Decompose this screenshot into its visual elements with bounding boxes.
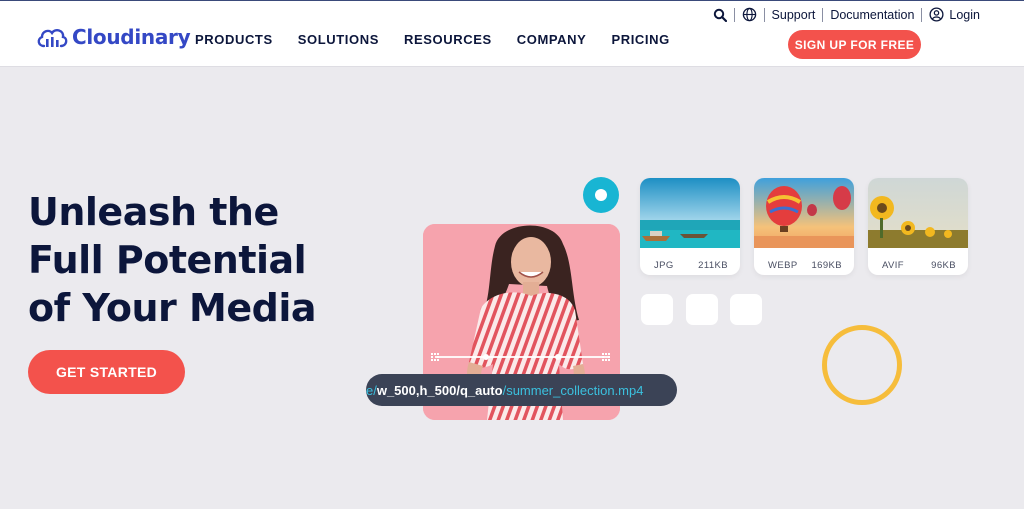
globe-icon[interactable] bbox=[742, 7, 757, 22]
documentation-link[interactable]: Documentation bbox=[830, 8, 914, 22]
decorative-yellow-ring bbox=[822, 325, 902, 405]
nav-resources[interactable]: RESOURCES bbox=[404, 32, 492, 47]
nav-products[interactable]: PRODUCTS bbox=[195, 32, 273, 47]
format-label: WEBP bbox=[768, 260, 798, 271]
hero-title: Unleash the Full Potential of Your Media bbox=[28, 188, 316, 332]
support-link[interactable]: Support bbox=[772, 8, 816, 22]
divider bbox=[733, 7, 735, 22]
divider bbox=[822, 7, 824, 22]
url-transform: w_500,h_500/q_auto bbox=[376, 382, 503, 398]
sunflowers-image bbox=[868, 178, 968, 248]
boat-on-sea-image bbox=[640, 178, 740, 248]
format-label: JPG bbox=[654, 260, 674, 271]
format-meta: AVIF 96KB bbox=[868, 253, 968, 271]
scrubber-end-handle[interactable] bbox=[602, 353, 610, 361]
placeholder-tile bbox=[686, 294, 718, 325]
divider bbox=[763, 7, 765, 22]
site-header: Cloudinary PRODUCTS SOLUTIONS RESOURCES … bbox=[0, 0, 1024, 67]
hero-title-line: Full Potential bbox=[28, 238, 307, 282]
signup-button[interactable]: SIGN UP FOR FREE bbox=[788, 30, 921, 59]
cloud-logo-icon bbox=[37, 29, 68, 48]
video-scrubber-track[interactable] bbox=[435, 356, 608, 358]
search-icon[interactable] bbox=[713, 8, 727, 22]
divider bbox=[921, 7, 923, 22]
nav-solutions[interactable]: SOLUTIONS bbox=[298, 32, 379, 47]
placeholder-tile bbox=[730, 294, 762, 325]
scrubber-start-handle[interactable] bbox=[431, 353, 439, 361]
format-label: AVIF bbox=[882, 260, 905, 271]
url-prefix: e/ bbox=[366, 382, 377, 398]
utility-bar: Support Documentation Login bbox=[713, 7, 980, 22]
file-size: 169KB bbox=[811, 260, 842, 271]
scrubber-playhead[interactable] bbox=[555, 354, 561, 360]
main-nav: PRODUCTS SOLUTIONS RESOURCES COMPANY PRI… bbox=[195, 32, 695, 47]
hot-air-balloons-image bbox=[754, 178, 854, 248]
scrubber-marker bbox=[483, 354, 489, 360]
user-icon[interactable] bbox=[929, 7, 944, 22]
hero-title-line: of Your Media bbox=[28, 286, 316, 330]
file-size: 96KB bbox=[931, 260, 956, 271]
format-meta: JPG 211KB bbox=[640, 253, 740, 271]
get-started-button[interactable]: GET STARTED bbox=[28, 350, 185, 394]
url-filename: /summer_collection.mp4 bbox=[502, 382, 644, 398]
login-link[interactable]: Login bbox=[949, 8, 980, 22]
transformation-url: e/w_500,h_500/q_auto/summer_collection.m… bbox=[366, 374, 677, 406]
nav-pricing[interactable]: PRICING bbox=[611, 32, 669, 47]
format-card-jpg: JPG 211KB bbox=[640, 178, 740, 275]
cloudinary-logo[interactable]: Cloudinary bbox=[36, 23, 191, 51]
file-size: 211KB bbox=[698, 260, 728, 271]
hero-title-line: Unleash the bbox=[28, 190, 279, 234]
decorative-teal-dot bbox=[583, 177, 619, 213]
brand-name: Cloudinary bbox=[72, 25, 191, 49]
placeholder-tile bbox=[641, 294, 673, 325]
nav-company[interactable]: COMPANY bbox=[517, 32, 587, 47]
format-card-avif: AVIF 96KB bbox=[868, 178, 968, 275]
format-card-webp: WEBP 169KB bbox=[754, 178, 854, 275]
format-meta: WEBP 169KB bbox=[754, 253, 854, 271]
